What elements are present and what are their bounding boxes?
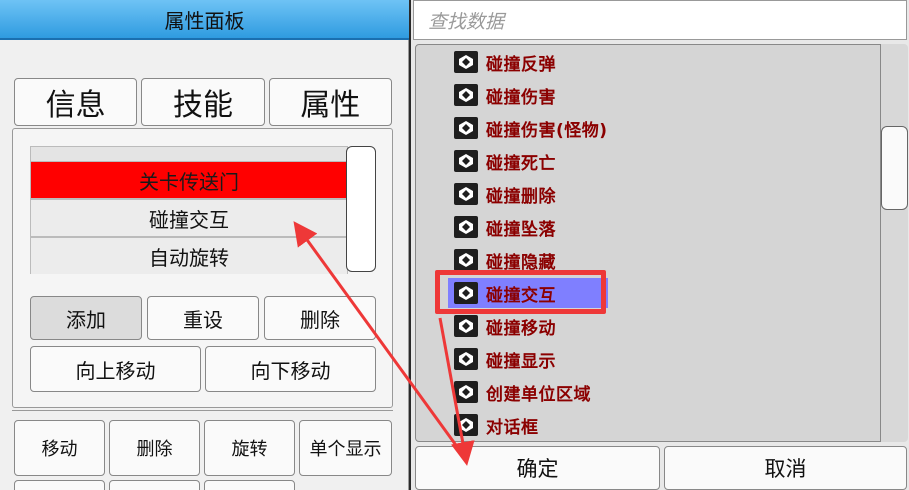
delete-tool-button[interactable]: 删除 xyxy=(109,420,200,476)
reset-button[interactable]: 重设 xyxy=(147,296,259,340)
list-item[interactable]: 创建单位区域 xyxy=(454,379,591,405)
unity-icon xyxy=(454,315,478,337)
unity-icon xyxy=(454,183,478,205)
unity-icon xyxy=(454,84,478,106)
tool-button-partial[interactable] xyxy=(204,480,295,490)
list-item-partial xyxy=(30,146,348,161)
delete-button[interactable]: 删除 xyxy=(264,296,376,340)
data-list: 碰撞反弹 碰撞伤害 碰撞伤害(怪物) 碰撞死亡 碰撞删除 碰撞坠落 碰撞隐藏 碰… xyxy=(415,44,905,442)
data-picker: 查找数据 碰撞反弹 碰撞伤害 碰撞伤害(怪物) 碰撞死亡 碰撞删除 碰撞坠落 碰… xyxy=(411,0,909,490)
list-item-label: 碰撞反弹 xyxy=(486,54,556,75)
list-item-collision-interact[interactable]: 碰撞交互 xyxy=(30,199,348,237)
unity-icon xyxy=(454,216,478,238)
list-item-label: 碰撞移动 xyxy=(486,318,556,339)
list-item-label: 对话框 xyxy=(486,417,539,438)
unity-icon xyxy=(454,150,478,172)
move-tool-button[interactable]: 移动 xyxy=(14,420,105,476)
property-panel: 属性面板 信息 技能 属性 关卡传送门 碰撞交互 自动旋转 添加 重设 删除 向… xyxy=(0,0,409,490)
list-item-label: 碰撞隐藏 xyxy=(486,252,556,273)
list-item-label: 创建单位区域 xyxy=(486,384,591,405)
list-item[interactable]: 碰撞坠落 xyxy=(454,214,556,240)
tab-info[interactable]: 信息 xyxy=(14,78,138,126)
list-item[interactable]: 碰撞死亡 xyxy=(454,148,556,174)
single-display-button[interactable]: 单个显示 xyxy=(299,420,392,476)
scrollbar-thumb[interactable] xyxy=(881,126,908,210)
list-item[interactable]: 碰撞删除 xyxy=(454,181,556,207)
rotate-tool-button[interactable]: 旋转 xyxy=(204,420,295,476)
tab-bar: 信息 技能 属性 xyxy=(14,78,392,126)
list-item-label: 碰撞坠落 xyxy=(486,219,556,240)
list-item-label: 碰撞显示 xyxy=(486,351,556,372)
confirm-button[interactable]: 确定 xyxy=(415,446,660,490)
tool-button-partial[interactable] xyxy=(109,480,200,490)
unity-icon xyxy=(454,51,478,73)
unity-icon xyxy=(454,348,478,370)
list-item-level-portal[interactable]: 关卡传送门 xyxy=(30,161,348,199)
component-list: 关卡传送门 碰撞交互 自动旋转 xyxy=(30,146,348,274)
list-item-label: 碰撞伤害(怪物) xyxy=(486,120,608,141)
panel-title: 属性面板 xyxy=(0,0,409,40)
unity-icon xyxy=(454,117,478,139)
unity-icon xyxy=(454,249,478,271)
move-down-button[interactable]: 向下移动 xyxy=(205,346,376,392)
component-list-scrollbar[interactable] xyxy=(346,146,376,272)
list-item[interactable]: 对话框 xyxy=(454,412,539,438)
cancel-button[interactable]: 取消 xyxy=(664,446,907,490)
move-up-button[interactable]: 向上移动 xyxy=(30,346,201,392)
data-list-scrollbar[interactable] xyxy=(880,44,908,442)
tool-button-partial[interactable] xyxy=(14,480,105,490)
list-item-label: 碰撞伤害 xyxy=(486,87,556,108)
list-item[interactable]: 碰撞伤害(怪物) xyxy=(454,115,608,141)
list-item[interactable]: 碰撞显示 xyxy=(454,346,556,372)
list-item[interactable]: 碰撞伤害 xyxy=(454,82,556,108)
list-item[interactable]: 碰撞反弹 xyxy=(454,49,556,75)
search-input[interactable]: 查找数据 xyxy=(413,0,907,40)
list-item-label: 碰撞删除 xyxy=(486,186,556,207)
add-button[interactable]: 添加 xyxy=(30,296,142,340)
list-item-auto-rotate[interactable]: 自动旋转 xyxy=(30,237,348,274)
annotation-highlight-box xyxy=(435,270,606,314)
tab-attributes[interactable]: 属性 xyxy=(268,78,392,126)
list-item[interactable]: 碰撞移动 xyxy=(454,313,556,339)
tab-skills[interactable]: 技能 xyxy=(141,78,265,126)
list-item-label: 碰撞死亡 xyxy=(486,153,556,174)
unity-icon xyxy=(454,381,478,403)
unity-icon xyxy=(454,414,478,436)
